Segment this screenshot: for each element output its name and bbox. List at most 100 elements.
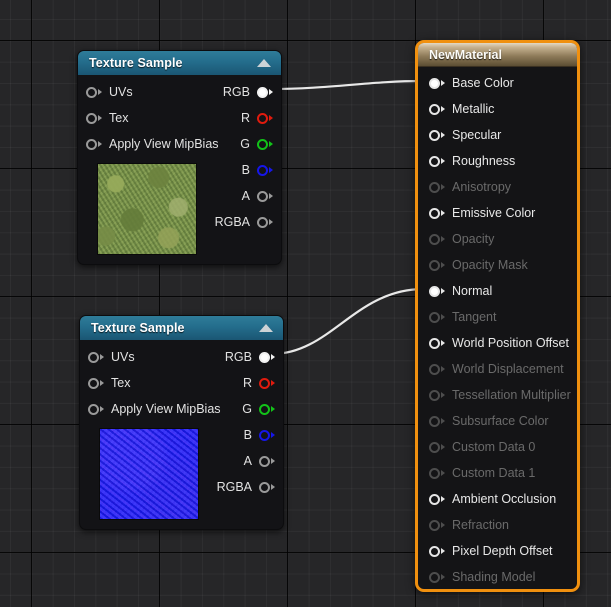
pin-icon <box>429 363 445 375</box>
output-pin-g[interactable]: G <box>240 137 273 151</box>
material-input-world-position-offset[interactable]: World Position Offset <box>418 330 577 356</box>
pin-label: Tex <box>109 111 129 125</box>
output-pin-rgb[interactable]: RGB <box>223 85 273 99</box>
input-pin-uvs[interactable]: UVs <box>88 350 135 364</box>
pin-icon <box>257 112 273 124</box>
pin-icon <box>429 493 445 505</box>
pin-label: Opacity <box>452 232 495 246</box>
input-pin-uvs[interactable]: UVs <box>86 85 133 99</box>
output-pin-r[interactable]: R <box>241 111 273 125</box>
material-input-pixel-depth-offset[interactable]: Pixel Depth Offset <box>418 538 577 564</box>
node-texture-sample-normal[interactable]: Texture Sample UVs RGB Tex R Apply View … <box>79 315 284 530</box>
pin-label: UVs <box>109 85 133 99</box>
pin-label: G <box>242 402 252 416</box>
output-pin-b[interactable]: B <box>242 163 273 177</box>
pin-label: Subsurface Color <box>452 414 549 428</box>
material-input-anisotropy[interactable]: Anisotropy <box>418 174 577 200</box>
pin-label: World Displacement <box>452 362 564 376</box>
node-title: NewMaterial <box>429 47 502 62</box>
output-pin-a[interactable]: A <box>242 189 273 203</box>
pin-icon <box>259 351 275 363</box>
pin-icon <box>429 77 445 89</box>
pin-icon <box>257 216 273 228</box>
pin-icon <box>429 311 445 323</box>
material-input-subsurface-color[interactable]: Subsurface Color <box>418 408 577 434</box>
material-input-refraction[interactable]: Refraction <box>418 512 577 538</box>
pin-icon <box>259 377 275 389</box>
pin-label: A <box>243 454 252 468</box>
pin-label: A <box>241 189 250 203</box>
pin-label: Base Color <box>452 76 514 90</box>
pin-label: Opacity Mask <box>452 258 528 272</box>
pin-label: R <box>240 111 250 125</box>
material-input-metallic[interactable]: Metallic <box>418 96 577 122</box>
pin-icon <box>429 207 445 219</box>
pin-icon <box>86 138 102 150</box>
normal-map-thumbnail[interactable] <box>99 428 199 520</box>
pin-icon <box>257 86 273 98</box>
material-input-shading-model[interactable]: Shading Model <box>418 564 577 589</box>
material-input-world-displacement[interactable]: World Displacement <box>418 356 577 382</box>
output-pin-a[interactable]: A <box>244 454 275 468</box>
output-pin-g[interactable]: G <box>242 402 275 416</box>
output-pin-rgba[interactable]: RGBA <box>217 480 275 494</box>
pin-icon <box>257 164 273 176</box>
material-input-custom-data-1[interactable]: Custom Data 1 <box>418 460 577 486</box>
pin-row: UVs RGB <box>78 79 281 105</box>
pin-icon <box>88 377 104 389</box>
pin-icon <box>259 403 275 415</box>
material-input-base-color[interactable]: Base Color <box>418 70 577 96</box>
material-input-list: Base Color Metallic Specular Roughness Aniso… <box>418 67 577 589</box>
pin-icon <box>429 129 445 141</box>
pin-icon <box>257 138 273 150</box>
material-input-specular[interactable]: Specular <box>418 122 577 148</box>
material-input-opacity[interactable]: Opacity <box>418 226 577 252</box>
node-material-result[interactable]: NewMaterial Base Color Metallic Specular Ro… <box>415 40 580 592</box>
material-input-normal[interactable]: Normal <box>418 278 577 304</box>
input-pin-apply-view-mipbias[interactable]: Apply View MipBias <box>88 402 221 416</box>
input-pin-tex[interactable]: Tex <box>88 376 130 390</box>
pin-icon <box>429 415 445 427</box>
output-pin-rgb[interactable]: RGB <box>225 350 275 364</box>
pin-icon <box>429 545 445 557</box>
pin-icon <box>257 190 273 202</box>
pin-label: Apply View MipBias <box>109 137 219 151</box>
collapse-up-arrow-icon[interactable] <box>257 59 271 67</box>
node-header[interactable]: Texture Sample <box>80 316 283 340</box>
pin-row: UVs RGB <box>80 344 283 370</box>
material-input-opacity-mask[interactable]: Opacity Mask <box>418 252 577 278</box>
pin-row: Apply View MipBias G <box>80 396 283 422</box>
pin-label: Emissive Color <box>452 206 536 220</box>
grass-diffuse-thumbnail[interactable] <box>97 163 197 255</box>
pin-row: Tex R <box>80 370 283 396</box>
pin-label: B <box>243 428 252 442</box>
pin-label: Tangent <box>452 310 497 324</box>
output-pin-r[interactable]: R <box>243 376 275 390</box>
pin-label: Pixel Depth Offset <box>452 544 553 558</box>
pin-label: UVs <box>111 350 135 364</box>
pin-icon <box>429 233 445 245</box>
pin-label: G <box>240 137 250 151</box>
node-title: Texture Sample <box>91 321 185 335</box>
node-header[interactable]: NewMaterial <box>418 43 577 67</box>
material-input-emissive-color[interactable]: Emissive Color <box>418 200 577 226</box>
input-pin-tex[interactable]: Tex <box>86 111 128 125</box>
pin-row: Apply View MipBias G <box>78 131 281 157</box>
material-input-tangent[interactable]: Tangent <box>418 304 577 330</box>
pin-label: Apply View MipBias <box>111 402 221 416</box>
collapse-up-arrow-icon[interactable] <box>259 324 273 332</box>
output-pin-b[interactable]: B <box>244 428 275 442</box>
node-header[interactable]: Texture Sample <box>78 51 281 75</box>
pin-icon <box>259 481 275 493</box>
pin-label: RGB <box>222 85 250 99</box>
material-input-tessellation-multiplier[interactable]: Tessellation Multiplier <box>418 382 577 408</box>
material-input-ambient-occlusion[interactable]: Ambient Occlusion <box>418 486 577 512</box>
material-input-custom-data-0[interactable]: Custom Data 0 <box>418 434 577 460</box>
pin-icon <box>429 519 445 531</box>
input-pin-apply-view-mipbias[interactable]: Apply View MipBias <box>86 137 219 151</box>
node-texture-sample-basecolor[interactable]: Texture Sample UVs RGB Tex R Apply View … <box>77 50 282 265</box>
output-pin-rgba[interactable]: RGBA <box>215 215 273 229</box>
pin-icon <box>429 285 445 297</box>
material-input-roughness[interactable]: Roughness <box>418 148 577 174</box>
pin-icon <box>429 259 445 271</box>
